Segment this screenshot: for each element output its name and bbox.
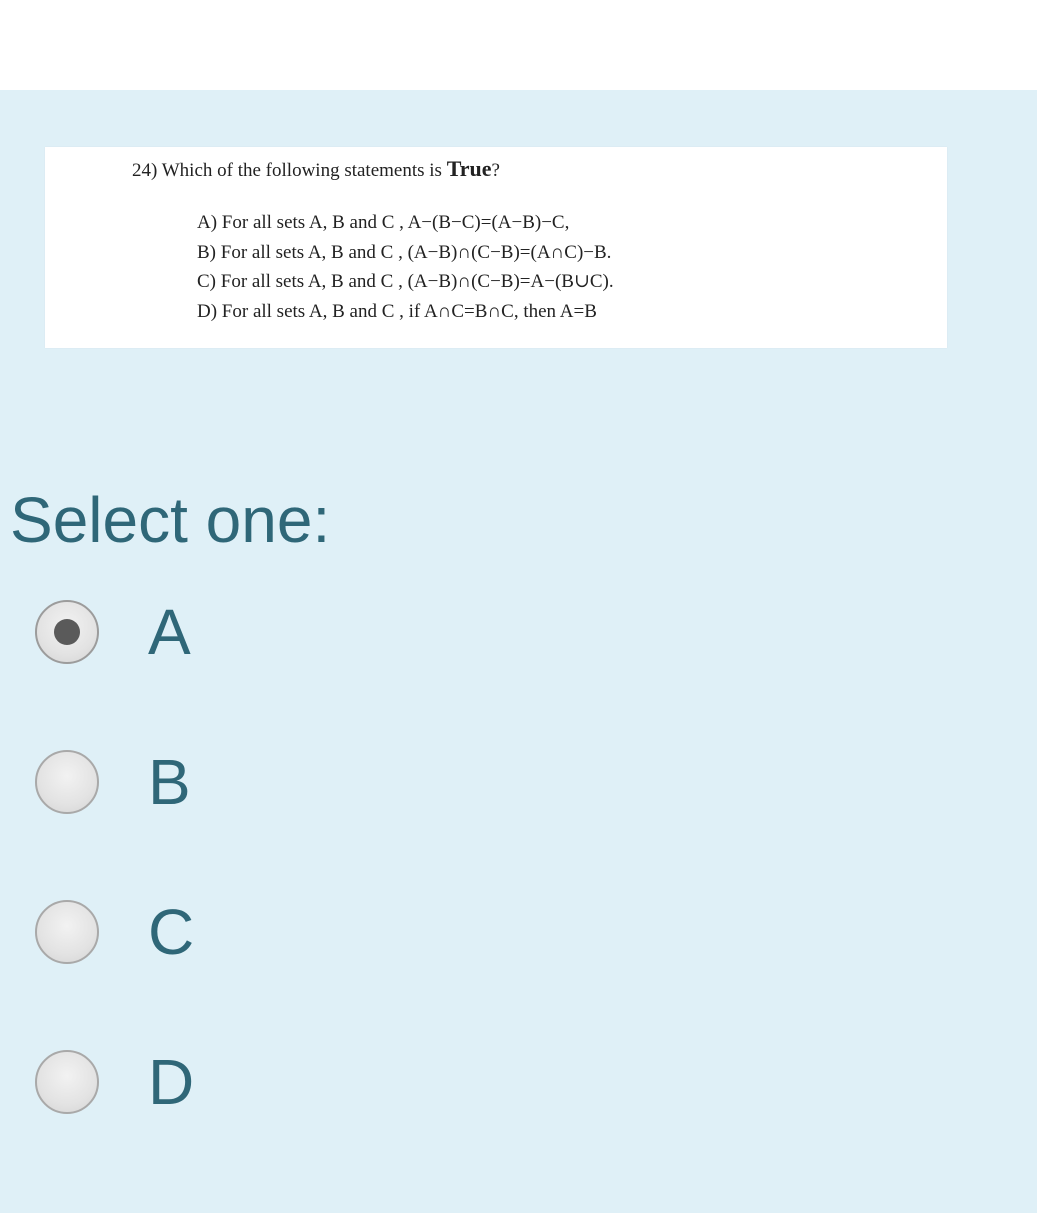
radio-selected-dot [54,619,80,645]
radio-button-a[interactable] [35,600,99,664]
statement-list: A) For all sets A, B and C , A−(B−C)=(A−… [197,208,614,326]
question-number: 24) [132,160,158,181]
question-prompt: 24) Which of the following statements is… [132,156,500,182]
question-emphasis: True [446,156,492,181]
answer-label-b[interactable]: B [148,742,191,822]
statement-c: C) For all sets A, B and C , (A−B)∩(C−B)… [197,271,614,292]
statement-a: A) For all sets A, B and C , A−(B−C)=(A−… [197,212,570,233]
radio-button-b[interactable] [35,750,99,814]
answer-label-c[interactable]: C [148,892,194,972]
answer-option-a[interactable]: A [35,596,435,670]
statement-d: D) For all sets A, B and C , if A∩C=B∩C,… [197,300,597,322]
question-image: 24) Which of the following statements is… [45,147,947,348]
question-text: Which of the following statements is [161,160,447,181]
answer-option-b[interactable]: B [35,746,435,820]
answer-label-a[interactable]: A [148,592,191,672]
select-one-heading: Select one: [10,484,331,556]
radio-button-c[interactable] [35,900,99,964]
answer-label-d[interactable]: D [148,1042,194,1122]
answer-option-c[interactable]: C [35,896,435,970]
question-mark: ? [491,160,500,181]
question-panel: 24) Which of the following statements is… [0,90,1037,1213]
statement-b: B) For all sets A, B and C , (A−B)∩(C−B)… [197,241,612,263]
radio-button-d[interactable] [35,1050,99,1114]
answer-option-d[interactable]: D [35,1046,435,1120]
